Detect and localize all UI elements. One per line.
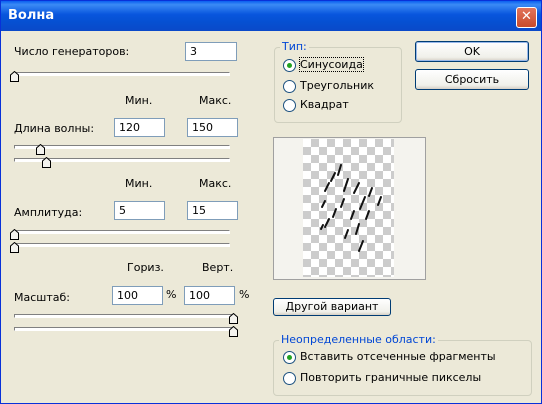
close-icon: ✕: [521, 9, 532, 24]
amplitude-label: Амплитуда:: [14, 206, 83, 219]
scale-horiz-unit: %: [166, 288, 177, 301]
radio-repeat-edge-label: Повторить граничные пикселы: [300, 371, 482, 384]
generators-input[interactable]: 3: [185, 42, 237, 61]
scale-horiz-slider-thumb[interactable]: [229, 313, 238, 324]
undefined-areas-title: Неопределенные области:: [279, 333, 438, 346]
amplitude-min-input[interactable]: 5: [114, 201, 165, 220]
amplitude-min-header: Мин.: [125, 177, 153, 190]
amplitude-max-slider-track[interactable]: [14, 243, 230, 247]
window-title: Волна: [8, 8, 55, 23]
wave-dialog: Волна ✕ Число генераторов: 3 Мин. Макс. …: [0, 0, 542, 404]
wavelength-max-slider-thumb[interactable]: [42, 157, 52, 168]
generators-slider-thumb[interactable]: [10, 71, 19, 82]
scale-vert-input[interactable]: 100: [184, 286, 235, 305]
wavelength-label: Длина волны:: [14, 122, 95, 135]
radio-triangle-circle: [283, 80, 296, 93]
title-bar[interactable]: Волна ✕: [1, 1, 541, 31]
close-button[interactable]: ✕: [516, 7, 537, 28]
amplitude-max-input[interactable]: 15: [187, 201, 238, 220]
radio-triangle-label: Треугольник: [300, 79, 374, 92]
radio-square-label: Квадрат: [300, 98, 349, 111]
wavelength-max-header: Макс.: [199, 94, 232, 107]
wavelength-min-slider-track[interactable]: [14, 145, 230, 149]
preview-wave-strokes: [320, 164, 382, 252]
wavelength-max-input[interactable]: 150: [187, 118, 238, 137]
radio-selected-dot: [287, 63, 292, 68]
radio-wrap-around-label: Вставить отсеченные фрагменты: [300, 350, 496, 363]
ok-button[interactable]: OK: [415, 41, 529, 62]
amplitude-min-slider-thumb[interactable]: [10, 229, 19, 240]
radio-sine-circle: [283, 59, 296, 72]
radio-selected-dot: [287, 355, 292, 360]
scale-vert-unit: %: [239, 288, 250, 301]
radio-wrap-around-circle: [283, 351, 296, 364]
randomize-button[interactable]: Другой вариант: [273, 298, 391, 316]
radio-sine-label: Синусоида: [299, 57, 364, 72]
scale-label: Масштаб:: [14, 291, 70, 304]
generators-slider-track[interactable]: [14, 72, 230, 76]
scale-vert-header: Верт.: [202, 261, 234, 274]
reset-button[interactable]: Сбросить: [415, 69, 529, 90]
wavelength-min-slider-thumb[interactable]: [35, 144, 45, 155]
amplitude-min-slider-track[interactable]: [14, 230, 230, 234]
amplitude-max-header: Макс.: [199, 177, 232, 190]
wavelength-min-header: Мин.: [125, 94, 153, 107]
generators-label: Число генераторов:: [14, 45, 130, 58]
amplitude-max-slider-thumb[interactable]: [10, 242, 19, 253]
scale-horiz-header: Гориз.: [127, 261, 164, 274]
wavelength-min-input[interactable]: 120: [114, 118, 165, 137]
type-group-title: Тип:: [280, 40, 309, 53]
scale-vert-slider-thumb[interactable]: [229, 326, 238, 337]
scale-horiz-input[interactable]: 100: [112, 286, 163, 305]
radio-repeat-edge-circle: [283, 372, 296, 385]
scale-horiz-slider-track[interactable]: [14, 314, 234, 318]
radio-square-circle: [283, 99, 296, 112]
undefined-areas-group: [273, 340, 532, 396]
scale-vert-slider-track[interactable]: [14, 327, 234, 331]
